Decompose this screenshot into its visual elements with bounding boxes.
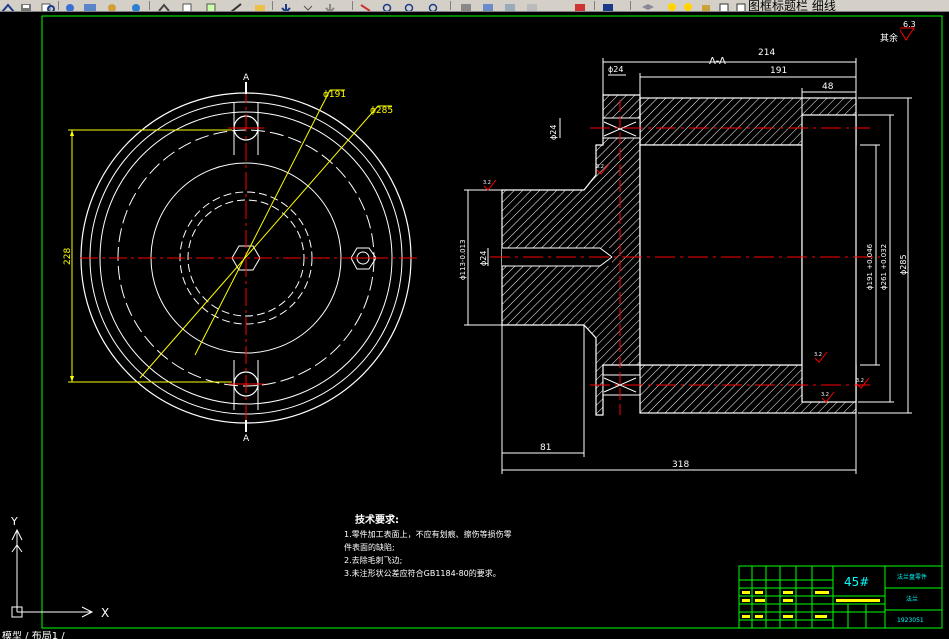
layer-color-icon[interactable] bbox=[716, 0, 732, 11]
cad-window: 图框标题栏 细线 A A ϕ191 ϕ285 228 A-A 214 191 4… bbox=[0, 0, 949, 639]
dim-phi261: ϕ261 +0.032 bbox=[880, 244, 888, 290]
paste-icon[interactable] bbox=[128, 0, 144, 11]
sheet-set-icon[interactable] bbox=[402, 0, 418, 11]
icon-extra-1[interactable] bbox=[502, 0, 518, 11]
cut-mark-bottom: A bbox=[243, 434, 250, 444]
copy-icon[interactable] bbox=[104, 0, 120, 11]
markup-icon[interactable] bbox=[426, 0, 442, 11]
dim-front-phi285: ϕ285 bbox=[370, 106, 393, 116]
dim-phi24-top: ϕ24 bbox=[608, 65, 623, 74]
roughness-3: 3.2 bbox=[814, 352, 822, 358]
cut-icon[interactable] bbox=[82, 0, 98, 11]
zoom-realtime-icon[interactable] bbox=[252, 0, 268, 11]
dim-front-228: 228 bbox=[63, 248, 73, 265]
dim-phi24-left: ϕ24 bbox=[549, 125, 558, 140]
layer-manager-icon[interactable] bbox=[640, 0, 656, 10]
dim-front-phi191: ϕ191 bbox=[323, 90, 346, 100]
roughness-5: 3.2 bbox=[856, 378, 864, 384]
dim-318: 318 bbox=[672, 460, 689, 470]
roughness-4: 3.2 bbox=[821, 392, 829, 398]
zoom-window-icon[interactable] bbox=[278, 0, 294, 11]
undo-icon[interactable] bbox=[180, 0, 196, 11]
dim-phi24-bore: ϕ24 bbox=[479, 251, 488, 266]
section-view bbox=[464, 58, 912, 474]
roughness-1: 3.2 bbox=[483, 180, 491, 186]
title-block-part: 法兰 bbox=[906, 595, 918, 603]
ucs-x-label: X bbox=[101, 606, 109, 620]
draw-icon[interactable] bbox=[0, 0, 16, 11]
layer-lock-icon[interactable] bbox=[698, 0, 714, 11]
ucs-icon bbox=[11, 528, 94, 618]
calculator-icon[interactable] bbox=[458, 0, 474, 11]
layer-checkbox-icon[interactable] bbox=[733, 0, 749, 11]
dim-214: 214 bbox=[758, 48, 775, 58]
dim-81: 81 bbox=[540, 443, 551, 453]
drawing-canvas[interactable]: A A ϕ191 ϕ285 228 A-A 214 191 48 ϕ24 ϕ24… bbox=[0, 11, 949, 631]
dim-191: 191 bbox=[770, 66, 787, 76]
notes-line-2: 件表面的缺陷; bbox=[344, 542, 395, 552]
ucs-y-label: Y bbox=[10, 515, 18, 528]
design-center-icon[interactable] bbox=[358, 0, 374, 11]
dim-48: 48 bbox=[822, 82, 834, 92]
zoom-previous-icon[interactable] bbox=[300, 0, 316, 11]
layer-sun-icon[interactable] bbox=[680, 0, 696, 11]
pan-icon[interactable] bbox=[228, 0, 244, 11]
icon-extra-2[interactable] bbox=[524, 0, 540, 11]
brush-icon[interactable] bbox=[156, 0, 172, 11]
print-icon[interactable] bbox=[18, 0, 34, 11]
tool-palette-icon[interactable] bbox=[380, 0, 396, 11]
properties-icon[interactable] bbox=[322, 0, 338, 11]
surface-finish-label: 其余 bbox=[880, 32, 898, 44]
notes-title: 技术要求: bbox=[355, 513, 399, 526]
surface-finish-value: 6.3 bbox=[903, 20, 916, 29]
redo-icon[interactable] bbox=[204, 0, 220, 11]
surface-finish-symbol bbox=[899, 27, 915, 41]
section-label: A-A bbox=[709, 56, 726, 67]
layer-bulb-icon[interactable] bbox=[664, 0, 680, 11]
notes-line-3: 2.去除毛刺飞边; bbox=[344, 555, 402, 565]
cut-mark-top: A bbox=[243, 73, 250, 83]
dim-phi113: ϕ113-0.013 bbox=[459, 239, 467, 280]
title-block-name: 法兰盘零件 bbox=[897, 573, 927, 581]
dim-phi285-sec: ϕ285 bbox=[899, 254, 908, 275]
preview-icon[interactable] bbox=[40, 0, 56, 11]
help-icon[interactable] bbox=[480, 0, 496, 11]
icon-extra-3[interactable] bbox=[572, 0, 588, 11]
publish-icon[interactable] bbox=[62, 0, 78, 11]
notes-line-4: 3.未注形状公差应符合GB1184-80的要求。 bbox=[344, 568, 501, 578]
title-block-material: 45# bbox=[844, 575, 869, 589]
dim-phi191-bore: ϕ191 +0.046 bbox=[866, 243, 874, 290]
icon-extra-4[interactable] bbox=[600, 0, 616, 11]
roughness-2: 3.2 bbox=[596, 164, 604, 170]
layout-tabs-text[interactable]: 模型 / 布局1 / bbox=[2, 631, 65, 639]
layout-tabs[interactable]: 模型 / 布局1 / bbox=[0, 631, 949, 639]
front-view bbox=[68, 82, 420, 432]
title-block-drawing-no: 1923051 bbox=[897, 617, 924, 624]
notes-line-1: 1.零件加工表面上，不应有划痕、擦伤等损伤零 bbox=[344, 529, 512, 539]
